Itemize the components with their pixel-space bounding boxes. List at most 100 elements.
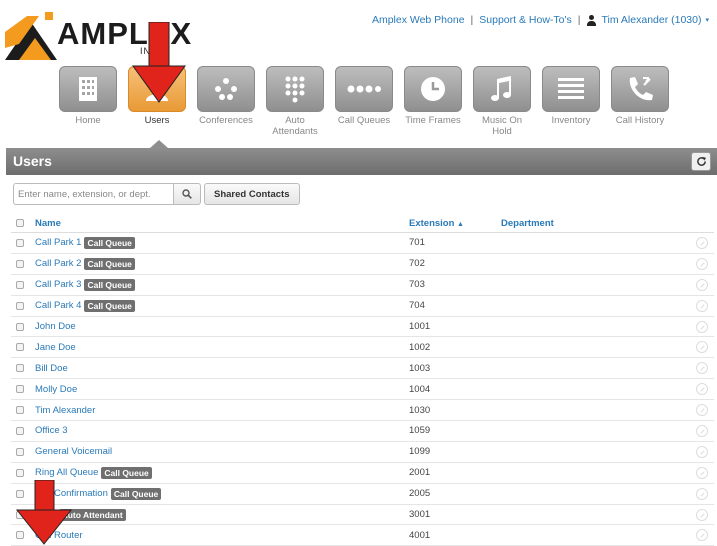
table-row[interactable]: John Doe 1001 <box>11 317 714 338</box>
nav-label: Conferences <box>199 115 253 126</box>
nav-call-history[interactable]: Call History <box>611 66 669 137</box>
row-action-icon[interactable] <box>696 383 708 396</box>
nav-music-on-hold[interactable]: Music On Hold <box>473 66 531 137</box>
row-checkbox[interactable] <box>16 426 24 435</box>
nav-call-queues[interactable]: Call Queues <box>335 66 393 137</box>
row-checkbox[interactable] <box>16 322 24 331</box>
search-button[interactable] <box>173 183 201 205</box>
table-row[interactable]: Tim Alexander 1030 <box>11 400 714 422</box>
row-checkbox[interactable] <box>16 468 24 477</box>
row-action-icon[interactable] <box>696 362 708 375</box>
user-name-link[interactable]: General Voicemail <box>35 446 112 457</box>
row-checkbox[interactable] <box>16 259 24 268</box>
table-row[interactable]: Call Router 4001 <box>11 525 714 546</box>
user-name-link[interactable]: Jane Doe <box>35 342 76 353</box>
row-action-icon[interactable] <box>696 320 708 333</box>
type-badge: Call Queue <box>110 487 162 500</box>
table-row[interactable]: Bill Doe 1003 <box>11 358 714 380</box>
row-action-icon[interactable] <box>696 404 708 417</box>
nav-label: Time Frames <box>405 115 461 126</box>
row-action-icon[interactable] <box>696 487 708 500</box>
user-name-link[interactable]: Call Park 3 <box>35 279 81 290</box>
table-row[interactable]: Office 3 1059 <box>11 421 714 442</box>
name-cell: Ring All Queue Call Queue <box>35 466 409 479</box>
row-checkbox[interactable] <box>16 343 24 352</box>
search-bar: Shared Contacts <box>13 183 300 205</box>
table-row[interactable]: Call Park 1 Call Queue 701 <box>11 233 714 254</box>
user-name-link[interactable]: Molly Doe <box>35 384 77 395</box>
user-name-link[interactable]: Call Park 2 <box>35 258 81 269</box>
support-link[interactable]: Support & How-To's <box>479 14 571 26</box>
row-action-icon[interactable] <box>696 466 708 479</box>
name-cell: Call Park 1 Call Queue <box>35 236 409 249</box>
search-input[interactable] <box>13 183 173 205</box>
refresh-icon <box>696 156 706 166</box>
table-row[interactable]: General Voicemail 1099 <box>11 442 714 463</box>
users-table: Name Extension ▲ Department Call Park 1C… <box>11 214 714 546</box>
refresh-button[interactable] <box>691 152 711 171</box>
name-cell: Call Park 2 Call Queue <box>35 257 409 270</box>
type-badge: Call Queue <box>84 257 135 270</box>
table-row[interactable]: Call Confirmation Call Queue 2005 <box>11 484 714 505</box>
row-action-icon[interactable] <box>696 257 708 270</box>
table-row[interactable]: Ring All Queue Call Queue 2001 <box>11 463 714 484</box>
user-name-link[interactable]: Call Park 1 <box>35 237 81 248</box>
row-action-icon[interactable] <box>696 341 708 354</box>
column-header-name[interactable]: Name <box>35 218 409 229</box>
user-name-link[interactable]: Tim Alexander <box>35 405 95 416</box>
row-action-icon[interactable] <box>696 278 708 291</box>
column-header-department[interactable]: Department <box>501 218 714 229</box>
active-tab-pointer <box>150 140 168 148</box>
table-row[interactable]: Molly Doe 1004 <box>11 379 714 401</box>
user-name-link[interactable]: John Doe <box>35 321 76 332</box>
nav-auto-attendants[interactable]: Auto Attendants <box>266 66 324 137</box>
user-menu-label[interactable]: Tim Alexander (1030) <box>601 14 701 26</box>
user-name-link[interactable]: Office 3 <box>35 425 68 436</box>
extension-cell: 702 <box>409 258 425 270</box>
row-action-icon[interactable] <box>696 529 708 542</box>
annotation-arrow-users <box>132 22 186 103</box>
table-row[interactable]: Call Park 2 Call Queue 702 <box>11 254 714 275</box>
row-checkbox[interactable] <box>16 364 24 373</box>
user-name-link[interactable]: Call Park 4 <box>35 300 81 311</box>
name-cell: General Voicemail <box>35 446 409 457</box>
user-menu[interactable]: Tim Alexander (1030) ▾ <box>586 14 709 26</box>
annotation-arrow-call-router <box>15 480 73 545</box>
row-checkbox[interactable] <box>16 280 24 289</box>
row-checkbox[interactable] <box>16 447 24 456</box>
row-action-icon[interactable] <box>696 508 708 521</box>
row-action-icon[interactable] <box>696 424 708 437</box>
nav-home[interactable]: Home <box>59 66 117 137</box>
clock-icon <box>421 77 445 101</box>
page-title: Users <box>13 153 52 169</box>
type-badge: Call Queue <box>84 299 135 312</box>
row-action-icon[interactable] <box>696 236 708 249</box>
row-checkbox[interactable] <box>16 301 24 310</box>
row-checkbox[interactable] <box>16 385 24 394</box>
row-checkbox[interactable] <box>16 238 24 247</box>
row-action-icon[interactable] <box>696 299 708 312</box>
name-cell: Call Router <box>35 530 409 541</box>
nav-time-frames[interactable]: Time Frames <box>404 66 462 137</box>
user-icon <box>586 14 597 26</box>
nav-inventory[interactable]: Inventory <box>542 66 600 137</box>
table-row[interactable]: Call Park 3 Call Queue 703 <box>11 275 714 296</box>
table-row[interactable]: MainAuto Attendant3001 <box>11 505 714 526</box>
nav-conferences[interactable]: Conferences <box>197 66 255 137</box>
table-row[interactable]: Call Park 4 Call Queue 704 <box>11 296 714 317</box>
user-name-link[interactable]: Ring All Queue <box>35 467 98 478</box>
row-action-icon[interactable] <box>696 445 708 458</box>
column-header-extension[interactable]: Extension ▲ <box>409 218 501 229</box>
user-name-link[interactable]: Bill Doe <box>35 363 68 374</box>
extension-cell: 1030 <box>409 404 431 416</box>
sort-asc-icon: ▲ <box>457 220 464 228</box>
row-checkbox[interactable] <box>16 406 24 415</box>
extension-cell: 3001 <box>409 509 431 521</box>
table-row[interactable]: Jane Doe 1002 <box>11 337 714 359</box>
extension-cell: 2001 <box>409 467 431 479</box>
logo-mark-icon <box>5 12 57 60</box>
extension-cell: 1002 <box>409 341 431 353</box>
web-phone-link[interactable]: Amplex Web Phone <box>372 14 465 26</box>
shared-contacts-button[interactable]: Shared Contacts <box>204 183 300 205</box>
select-all-checkbox[interactable] <box>16 219 24 227</box>
